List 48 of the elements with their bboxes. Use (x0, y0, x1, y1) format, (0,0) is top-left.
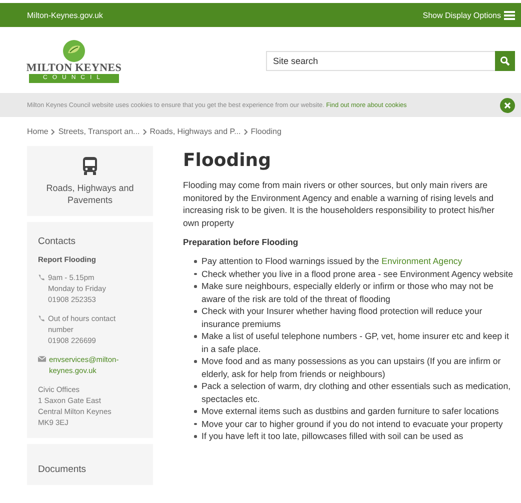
breadcrumb-link[interactable]: Home (27, 127, 48, 136)
breadcrumb-link[interactable]: Roads, Highways and P... (150, 127, 241, 136)
close-button[interactable] (500, 98, 515, 112)
close-icon (504, 102, 511, 108)
list-item-text: Move external items such as dustbins and garden furniture to safer locations (202, 405, 499, 418)
documents-heading: Documents (27, 444, 153, 485)
bullet-icon (194, 410, 196, 412)
phone-icon (38, 274, 45, 281)
list-item-text: Move your car to higher ground if you do not intend to evacuate your property (202, 418, 503, 430)
logo-emblem-icon[interactable] (63, 40, 85, 62)
search-field[interactable]: Site search (266, 51, 495, 71)
menu-icon[interactable] (504, 10, 515, 20)
bullet-icon (194, 360, 196, 362)
phone-icon (38, 315, 45, 322)
search-button[interactable] (495, 51, 515, 71)
list-item-text: Check with your Insurer whether having flood protection will reduce your insurance premiums (202, 305, 484, 330)
list-item-text: Check whether you live in a flood prone area - see Environment Agency website (202, 268, 513, 280)
display-options-link[interactable]: Show Display Options (422, 10, 501, 20)
list-item-text: Pack a selection of warm, dry clothing and other essentials such as medication, spectacles etc. (202, 380, 512, 405)
chevron-icon (142, 128, 147, 134)
agency-link[interactable]: Environment Agency (381, 256, 462, 266)
logo-name[interactable]: MILTON KEYNES (26, 62, 122, 74)
envelope-icon (38, 356, 46, 362)
bullet-icon (194, 385, 196, 388)
search-icon (500, 56, 510, 66)
bullet-icon (194, 260, 196, 262)
list-item-text: If you have left it too late, pillowcases filled with soil can be used as (202, 430, 464, 442)
bullet-icon (194, 272, 196, 275)
subheading: Preparation before Flooding (183, 237, 300, 247)
intro-paragraph: Flooding may come from main rivers or other sources, but only main rivers are monitored by the Environment Agency and enable a warning of rising levels and increasing risk to be given. It is the householders responsibility to protect his/her own property (183, 179, 496, 229)
list-item-text: Pay attention to Flood warnings issued by the Environment Agency (202, 255, 462, 268)
list-item-text: Make a list of useful telephone numbers - GP, vet, home insurer etc and keep it in a safe place. (202, 330, 510, 355)
bullet-icon (194, 335, 196, 338)
site-name[interactable]: Milton-Keynes.gov.uk (27, 10, 103, 20)
page-title: Flooding (183, 150, 272, 171)
bullet-icon (194, 422, 196, 425)
chevron-icon (244, 128, 248, 134)
contacts-heading: Contacts (38, 236, 76, 247)
bus-icon (82, 156, 98, 176)
breadcrumb-link[interactable]: Streets, Transport an... (58, 127, 140, 136)
bullet-icon (194, 310, 196, 312)
chevron-icon (51, 128, 56, 134)
bullet-icon (194, 435, 196, 438)
section-title[interactable]: Roads, Highways and Pavements (35, 182, 145, 206)
list-item-text: Move food and as many possessions as you can upstairs (If you are infirm or elderly, ask for help from friends or neighbours) (202, 355, 502, 380)
breadcrumb-link[interactable]: Flooding (250, 127, 282, 136)
list-item-text: Make sure neighbours, especially elderly or infirm or those who may not be aware of the risk are told of the threat of flooding (202, 280, 494, 305)
bullet-icon (194, 285, 196, 288)
